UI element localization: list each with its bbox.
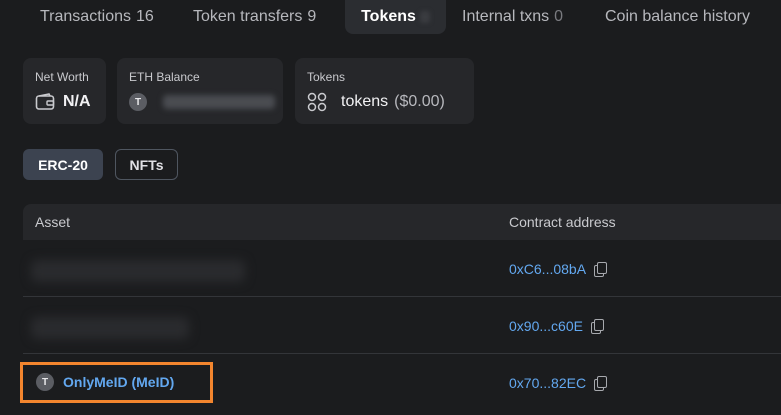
net-worth-card: Net Worth N/A — [23, 58, 106, 124]
copy-icon[interactable] — [594, 376, 608, 391]
tokens-count-text: tokens — [341, 93, 389, 110]
asset-redacted — [31, 260, 245, 282]
asset-redacted — [31, 317, 189, 339]
tab-label: Tokens — [361, 8, 416, 25]
tokens-page: Transactions 16 Token transfers 9 Tokens… — [0, 0, 781, 415]
tokens-card: Tokens tokens ($0.00) — [295, 58, 474, 124]
filter-erc20-button[interactable]: ERC-20 — [23, 149, 103, 180]
copy-icon[interactable] — [594, 262, 608, 277]
tokens-label: Tokens — [307, 70, 346, 84]
contract-column-header: Contract address — [509, 214, 616, 230]
contract-address-link[interactable]: 0x90...c60E — [509, 318, 604, 334]
copy-icon[interactable] — [590, 319, 604, 334]
tab-label: Internal txns — [462, 8, 550, 25]
filter-nfts-button[interactable]: NFTs — [115, 149, 178, 180]
asset-column-header: Asset — [35, 214, 71, 230]
eth-token-icon: T — [129, 93, 147, 111]
tab-tokens[interactable]: Tokens — [345, 0, 446, 34]
net-worth-label: Net Worth — [35, 70, 89, 84]
table-row: T OnlyMeID (MeID) 0x70...82EC — [23, 354, 781, 411]
tab-token-transfers[interactable]: Token transfers 9 — [193, 0, 316, 34]
asset-link[interactable]: T OnlyMeID (MeID) — [36, 373, 174, 391]
contract-address[interactable]: 0x90...c60E — [509, 318, 583, 334]
net-worth-value: N/A — [63, 93, 91, 110]
eth-balance-redacted — [163, 95, 275, 109]
contract-address[interactable]: 0xC6...08bA — [509, 261, 586, 277]
eth-balance-label: ETH Balance — [129, 70, 200, 84]
token-icon: T — [36, 373, 54, 391]
tab-label: Coin balance history — [605, 8, 750, 25]
tab-bar: Transactions 16 Token transfers 9 Tokens… — [0, 0, 781, 34]
table-row: 0xC6...08bA — [23, 240, 781, 297]
tab-label: Token transfers — [193, 8, 303, 25]
grid-icon — [307, 92, 327, 112]
asset-name[interactable]: OnlyMeID (MeID) — [63, 374, 174, 390]
contract-address-link[interactable]: 0x70...82EC — [509, 375, 608, 391]
contract-address-link[interactable]: 0xC6...08bA — [509, 261, 608, 277]
tokens-table: Asset Contract address 0xC6...08bA 0x90.… — [23, 204, 781, 411]
tab-count: 16 — [136, 8, 154, 25]
table-header: Asset Contract address — [23, 204, 781, 240]
tab-transactions[interactable]: Transactions 16 — [40, 0, 154, 34]
eth-balance-card: ETH Balance T — [117, 58, 283, 124]
tab-coin-balance-history[interactable]: Coin balance history — [605, 0, 750, 34]
tokens-usd-value: ($0.00) — [394, 93, 445, 110]
wallet-icon — [35, 93, 55, 110]
contract-address[interactable]: 0x70...82EC — [509, 375, 586, 391]
tab-count: 0 — [554, 8, 564, 25]
table-row: 0x90...c60E — [23, 297, 781, 354]
tab-count: 9 — [307, 8, 317, 25]
tab-count-redacted — [419, 11, 430, 23]
tab-label: Transactions — [40, 8, 131, 25]
tab-internal-txns[interactable]: Internal txns 0 — [462, 0, 563, 34]
